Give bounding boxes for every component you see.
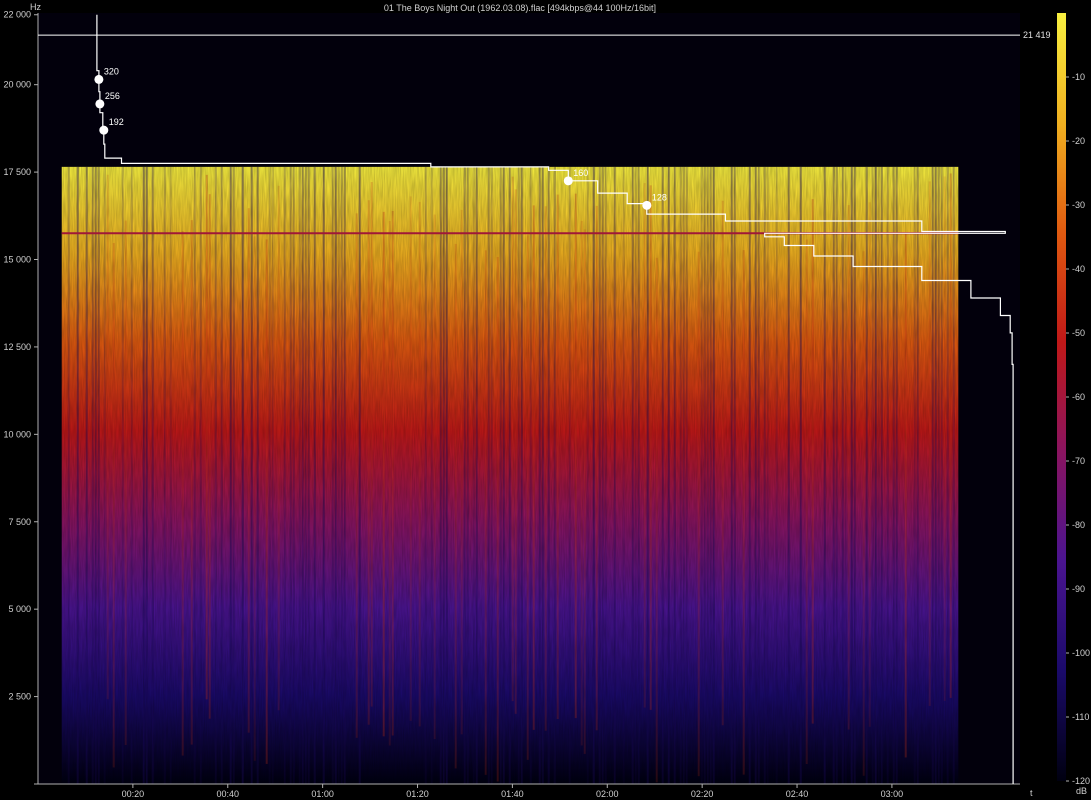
spectrogram-chart: 2 500 5 000 7 500 10 000 12 500 15 000 17 500 2… [3, 10, 1090, 799]
colorbar-tick-label: -20 [1072, 136, 1085, 146]
x-tick-label: 02:00 [596, 789, 619, 799]
colorbar-tick-label: -10 [1072, 72, 1085, 82]
colorbar-tick-label: -70 [1072, 456, 1085, 466]
cutoff-label: 21 419 [1023, 30, 1051, 40]
x-tick-label: 00:20 [122, 789, 145, 799]
colorbar-tick-label: -110 [1072, 712, 1089, 722]
colorbar-tick-label: -60 [1072, 392, 1085, 402]
bitrate-marker [99, 125, 109, 135]
colorbar-tick-label: -50 [1072, 328, 1085, 338]
bitrate-marker [94, 74, 104, 84]
y-tick-label: 20 000 [3, 80, 31, 90]
y-tick-label: 7 500 [8, 517, 31, 527]
colorbar-tick-label: -90 [1072, 584, 1085, 594]
bitrate-marker [563, 176, 573, 186]
x-tick-label: 03:00 [881, 789, 904, 799]
bitrate-marker [642, 200, 652, 210]
y-tick-label: 12 500 [3, 342, 31, 352]
bitrate-marker-label: 128 [652, 192, 667, 202]
y-tick-label: 22 000 [3, 10, 31, 20]
x-tick-label: 00:40 [216, 789, 239, 799]
x-tick-label: 02:20 [691, 789, 714, 799]
y-tick-label: 17 500 [3, 167, 31, 177]
bitrate-marker-label: 160 [573, 168, 588, 178]
colorbar-tick-label: -40 [1072, 264, 1085, 274]
bitrate-marker-label: 320 [104, 66, 119, 76]
x-tick-label: 01:00 [311, 789, 334, 799]
colorbar-tick-label: -120 [1072, 776, 1090, 786]
bitrate-marker [95, 99, 105, 109]
colorbar-tick-label: -100 [1072, 648, 1090, 658]
bitrate-marker-label: 192 [109, 117, 124, 127]
x-tick-label: 02:40 [786, 789, 809, 799]
y-tick-label: 5 000 [8, 604, 31, 614]
x-tick-label: 01:40 [501, 789, 524, 799]
spectrogram-noise [61, 166, 959, 784]
y-tick-label: 15 000 [3, 255, 31, 265]
y-tick-label: 2 500 [8, 692, 31, 702]
bitrate-marker-label: 256 [105, 91, 120, 101]
colorbar-tick-label: -80 [1072, 520, 1085, 530]
x-tick-label: 01:20 [406, 789, 429, 799]
y-tick-label: 10 000 [3, 429, 31, 439]
colorbar [1057, 13, 1066, 781]
colorbar-tick-label: -30 [1072, 200, 1085, 210]
